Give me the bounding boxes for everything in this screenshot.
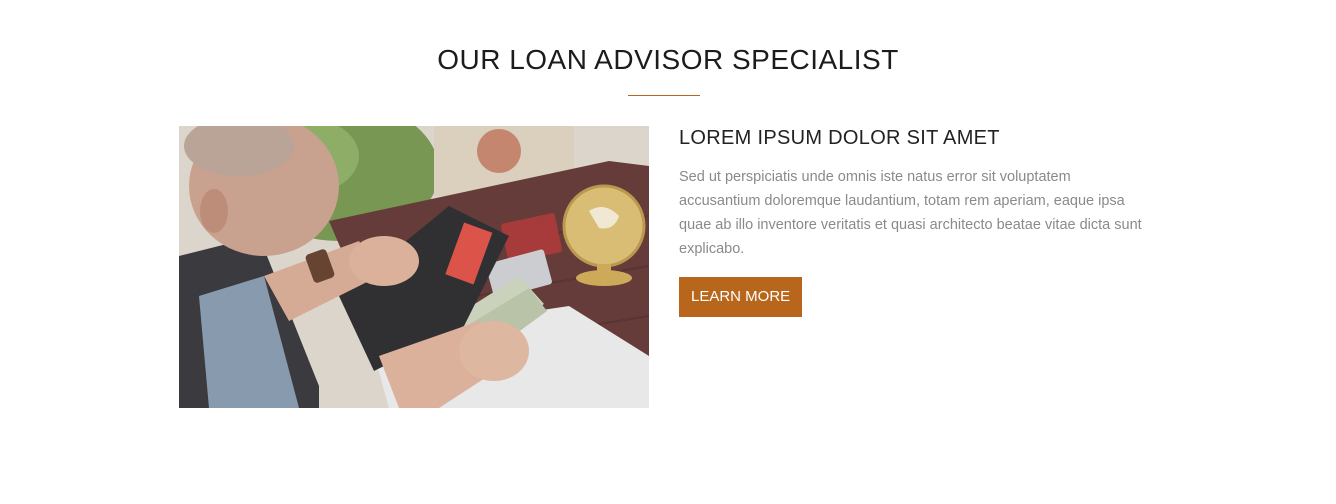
feature-content: LOREM IPSUM DOLOR SIT AMET Sed ut perspi… bbox=[679, 126, 1159, 317]
feature-heading: LOREM IPSUM DOLOR SIT AMET bbox=[679, 127, 1000, 149]
section-title: OUR LOAN ADVISOR SPECIALIST bbox=[437, 44, 899, 75]
learn-more-button[interactable]: LEARN MORE bbox=[679, 277, 803, 317]
feature-description: Sed ut perspiciatis unde omnis iste natu… bbox=[679, 169, 1142, 257]
title-divider bbox=[628, 95, 700, 96]
wallet-photo bbox=[179, 126, 649, 408]
